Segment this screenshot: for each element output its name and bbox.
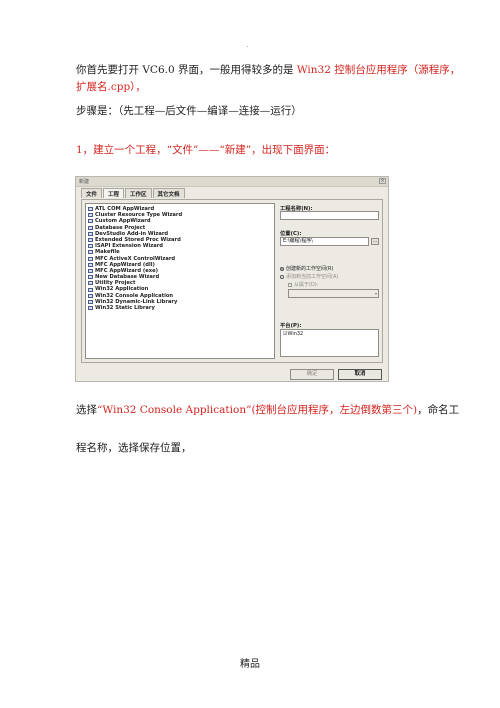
intro-highlight: Win32 控制台应用程序（源程序， xyxy=(296,64,461,76)
dialog-title: 新建 xyxy=(79,179,90,185)
radio-add-workspace[interactable]: 添加到当前工作空间(A) xyxy=(280,273,338,280)
select-line: 选择“Win32 Console Application”(控制台应用程序，左边… xyxy=(76,402,459,419)
intro-line-1: 你首先要打开 VC6.0 界面，一般用得较多的是 Win32 控制台应用程序（源… xyxy=(76,62,460,79)
tab-other-documents[interactable]: 其它文档 xyxy=(152,188,185,198)
save-location-line: 程名称，选择保存位置， xyxy=(76,442,192,454)
new-dialog-screenshot: 新建 × 文件 工程 工作区 其它文档 ATL COM AppWizard Clu… xyxy=(75,176,389,382)
checkbox-icon xyxy=(288,282,292,287)
project-type-list[interactable]: ATL COM AppWizard Cluster Resource Type W… xyxy=(85,203,275,359)
project-type-icon xyxy=(88,213,93,218)
project-type-icon xyxy=(88,250,93,255)
step1-line: 1，建立一个工程，“文件”——“新建”，出现下面界面： xyxy=(76,144,336,156)
dialog-tabs: 文件 工程 工作区 其它文档 xyxy=(81,188,186,199)
select-highlight: “Win32 Console Application”(控制台应用程序，左边倒数… xyxy=(97,404,418,416)
chevron-down-icon: ▾ xyxy=(374,291,377,296)
radio-add-label: 添加到当前工作空间(A) xyxy=(286,274,339,280)
dependency-checkbox[interactable]: 从属于(D): xyxy=(288,281,318,288)
intro-text: 你首先要打开 VC6.0 界面，一般用得较多的是 xyxy=(76,64,297,76)
tab-workspaces[interactable]: 工作区 xyxy=(125,188,152,198)
dependency-select[interactable]: ▾ xyxy=(288,289,379,298)
tab-files[interactable]: 文件 xyxy=(81,188,103,198)
projects-pane: ATL COM AppWizard Cluster Resource Type W… xyxy=(81,199,383,363)
project-type-icon xyxy=(88,231,93,236)
radio-new-label: 创建新的工作空间(R) xyxy=(286,266,334,272)
list-item-label: Win32 Static Library xyxy=(95,305,155,311)
platform-item-win32[interactable]: ☑Win32 xyxy=(283,331,303,337)
project-type-icon xyxy=(88,287,93,292)
select-text-2: ，命名工 xyxy=(417,404,460,416)
dialog-titlebar: 新建 × xyxy=(76,177,388,187)
location-input[interactable]: E:\编程\程序\ xyxy=(280,237,369,246)
project-type-icon xyxy=(88,238,93,243)
project-type-icon xyxy=(88,268,93,273)
platform-label: 平台(P): xyxy=(280,323,302,329)
platform-list[interactable]: ☑Win32 xyxy=(280,329,379,357)
radio-unselected-icon xyxy=(280,274,284,279)
project-type-icon xyxy=(88,207,93,212)
intro-line-2: 扩展名.cpp）， xyxy=(76,81,146,93)
project-type-icon xyxy=(88,281,93,286)
footer-text: 精品 xyxy=(240,659,260,670)
project-type-icon xyxy=(88,299,93,304)
radio-selected-icon xyxy=(280,266,284,271)
select-text-1: 选择 xyxy=(76,404,97,416)
page-dot: . xyxy=(246,40,249,49)
project-type-icon xyxy=(88,306,93,311)
close-icon[interactable]: × xyxy=(379,178,386,184)
project-type-icon xyxy=(88,225,93,230)
project-type-icon xyxy=(88,262,93,267)
browse-button[interactable]: ... xyxy=(371,238,379,245)
tab-projects[interactable]: 工程 xyxy=(103,188,125,198)
list-item[interactable]: Win32 Static Library xyxy=(88,305,272,311)
project-type-icon xyxy=(88,244,93,249)
dependency-label: 从属于(D): xyxy=(294,282,319,288)
project-type-icon xyxy=(88,256,93,261)
project-type-icon xyxy=(88,219,93,224)
location-label: 位置(C): xyxy=(280,231,302,237)
project-type-icon xyxy=(88,275,93,280)
ok-button[interactable]: 确定 xyxy=(290,369,334,380)
steps-line: 步骤是：（先工程—后文件—编译—连接—运行） xyxy=(76,105,302,117)
project-name-input[interactable] xyxy=(280,211,379,220)
radio-new-workspace[interactable]: 创建新的工作空间(R) xyxy=(280,265,333,272)
cancel-button[interactable]: 取消 xyxy=(338,369,382,380)
project-type-icon xyxy=(88,293,93,298)
